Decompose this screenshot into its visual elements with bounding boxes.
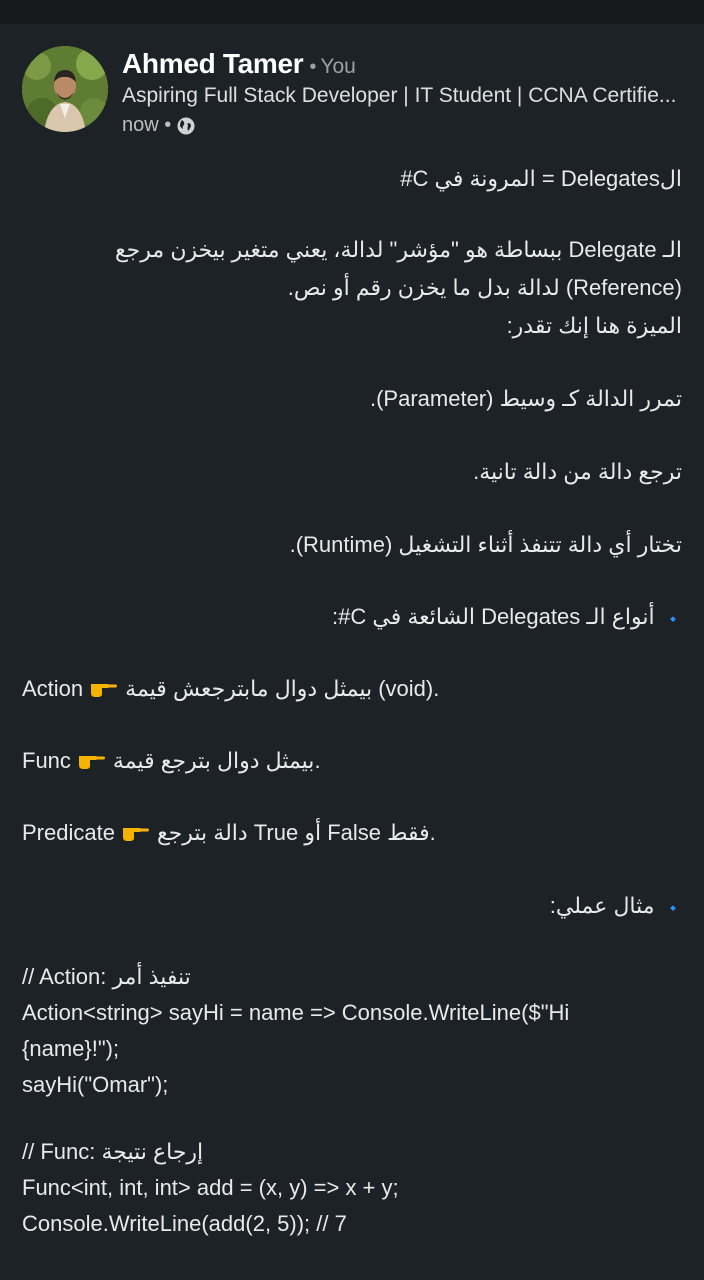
blue-diamond-icon: 🔹 — [664, 900, 682, 916]
code-line: Func<int, int, int> add = (x, y) => x + … — [22, 1175, 399, 1200]
pointing-hand-icon — [122, 828, 149, 841]
status-bar — [0, 0, 704, 24]
definition-line-2: (Reference) لدالة بدل ما يخزن رقم أو نص. — [287, 275, 682, 300]
author-headline: Aspiring Full Stack Developer | IT Stude… — [122, 84, 677, 107]
advantage-point-3: تختار أي دالة تتنفذ أثناء التشغيل (Runti… — [289, 532, 682, 557]
code-line: sayHi("Omar"); — [22, 1072, 169, 1097]
post-timestamp: now • — [122, 114, 172, 136]
definition-line-1: الـ Delegate ببساطة هو "مؤشر" لدالة، يعن… — [114, 237, 682, 262]
post-header: Ahmed Tamer • You Aspiring Full Stack Deve… — [22, 44, 682, 136]
types-heading-line: 🔹 أنواع الـ Delegates الشائعة في C#: — [22, 602, 682, 634]
func-description: بيمثل دوال بترجع قيمة. — [112, 748, 321, 773]
code-line: Action<string> sayHi = name => Console.W… — [22, 1000, 570, 1025]
type-action: Action بيمثل دوال مابترجعش قيمة (void). — [22, 674, 682, 704]
advantage-point-1: تمرر الدالة كـ وسيط (Parameter). — [369, 386, 682, 411]
avatar-image — [22, 46, 108, 132]
predicate-description: دالة بترجع True أو False فقط. — [156, 820, 436, 845]
post-meta: now • — [122, 114, 195, 137]
code-comment-action: // Action: تنفيذ أمر — [22, 964, 191, 989]
advantage-heading: الميزة هنا إنك تقدر: — [506, 313, 682, 338]
pointing-hand-icon — [78, 756, 105, 769]
type-predicate: Predicate دالة بترجع True أو False فقط. — [22, 818, 682, 848]
you-label: You — [320, 55, 356, 78]
advantage-point-2: ترجع دالة من دالة تانية. — [473, 459, 682, 484]
code-line: {name}!"); — [22, 1036, 120, 1061]
action-description: بيمثل دوال مابترجعش قيمة (void). — [125, 676, 440, 701]
author-name[interactable]: Ahmed Tamer — [122, 48, 304, 79]
blue-diamond-icon: 🔹 — [664, 611, 682, 627]
types-heading: أنواع الـ Delegates الشائعة في C#: — [332, 604, 655, 629]
code-comment-func: // Func: إرجاع نتيجة — [22, 1139, 204, 1164]
action-name: Action — [22, 676, 84, 701]
predicate-name: Predicate — [22, 820, 115, 845]
example-heading: مثال عملي: — [549, 893, 655, 918]
func-name: Func — [22, 748, 71, 773]
code-line: Console.WriteLine(add(2, 5)); // 7 — [22, 1211, 347, 1236]
separator-dot: • — [309, 56, 317, 78]
example-heading-line: 🔹 مثال عملي: — [22, 891, 682, 923]
post-title: الDelegates = المرونة في C# — [400, 166, 682, 191]
pointing-hand-icon — [91, 684, 118, 697]
type-func: Func بيمثل دوال بترجع قيمة. — [22, 746, 682, 776]
avatar[interactable] — [22, 46, 108, 132]
globe-icon — [177, 117, 195, 134]
